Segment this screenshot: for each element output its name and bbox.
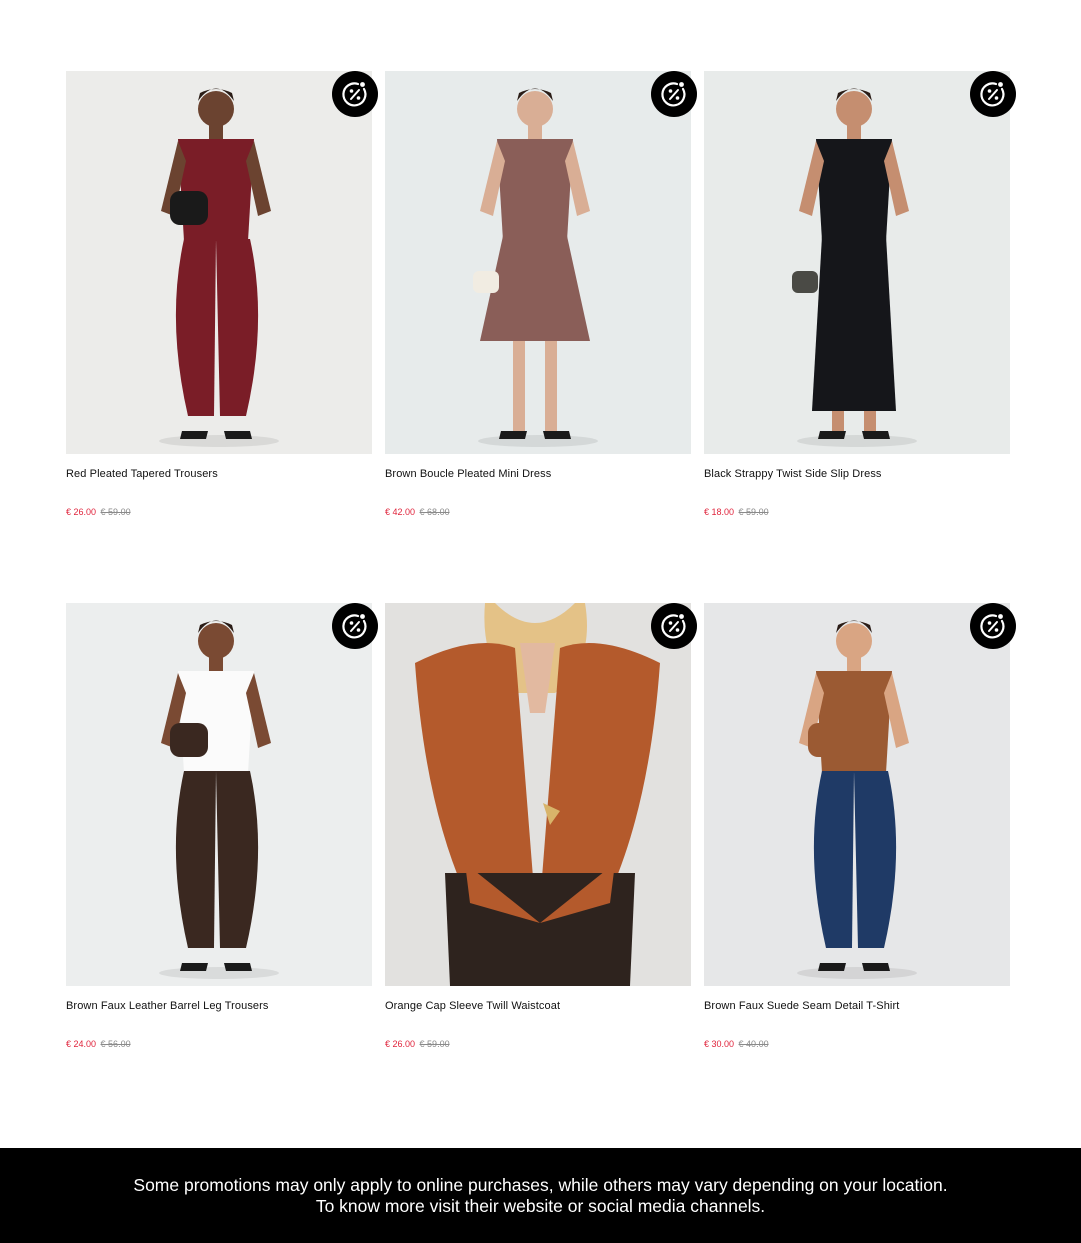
sale-price: € 26.00 bbox=[66, 507, 97, 517]
product-name[interactable]: Orange Cap Sleeve Twill Waistcoat bbox=[385, 1000, 691, 1012]
sale-price: € 30.00 bbox=[704, 1039, 735, 1049]
product-price: € 26.00 € 59.00 bbox=[385, 1039, 450, 1049]
discount-percent-icon bbox=[980, 614, 1005, 639]
product-image[interactable] bbox=[66, 603, 372, 986]
product-photo bbox=[704, 71, 1010, 454]
promotions-disclaimer: Some promotions may only apply to online… bbox=[0, 1148, 1081, 1243]
disclaimer-line-1: Some promotions may only apply to online… bbox=[133, 1174, 948, 1195]
product-photo bbox=[385, 603, 691, 986]
discount-percent-icon bbox=[342, 614, 367, 639]
discount-percent-icon[interactable] bbox=[332, 71, 378, 117]
product-photo bbox=[704, 603, 1010, 986]
discount-percent-icon[interactable] bbox=[651, 71, 697, 117]
product-photo bbox=[66, 71, 372, 454]
disclaimer-line-2: To know more visit their website or soci… bbox=[315, 1195, 766, 1216]
original-price: € 59.00 bbox=[419, 1039, 450, 1049]
product-name[interactable]: Red Pleated Tapered Trousers bbox=[66, 468, 372, 480]
product-image[interactable] bbox=[704, 71, 1010, 454]
discount-percent-icon[interactable] bbox=[970, 603, 1016, 649]
product-price: € 18.00 € 59.00 bbox=[704, 507, 769, 517]
discount-percent-icon[interactable] bbox=[651, 603, 697, 649]
sale-price: € 26.00 bbox=[385, 1039, 416, 1049]
product-image[interactable] bbox=[385, 71, 691, 454]
product-image[interactable] bbox=[385, 603, 691, 986]
original-price: € 56.00 bbox=[100, 1039, 131, 1049]
product-photo bbox=[66, 603, 372, 986]
sale-price: € 18.00 bbox=[704, 507, 735, 517]
sale-price: € 24.00 bbox=[66, 1039, 97, 1049]
original-price: € 59.00 bbox=[100, 507, 131, 517]
product-name[interactable]: Brown Faux Leather Barrel Leg Trousers bbox=[66, 1000, 372, 1012]
discount-percent-icon[interactable] bbox=[332, 603, 378, 649]
product-price: € 24.00 € 56.00 bbox=[66, 1039, 131, 1049]
sale-price: € 42.00 bbox=[385, 507, 416, 517]
discount-percent-icon bbox=[661, 82, 686, 107]
product-image[interactable] bbox=[66, 71, 372, 454]
discount-percent-icon[interactable] bbox=[970, 71, 1016, 117]
product-price: € 30.00 € 40.00 bbox=[704, 1039, 769, 1049]
discount-percent-icon bbox=[661, 614, 686, 639]
product-name[interactable]: Brown Boucle Pleated Mini Dress bbox=[385, 468, 691, 480]
discount-percent-icon bbox=[980, 82, 1005, 107]
product-price: € 26.00 € 59.00 bbox=[66, 507, 131, 517]
original-price: € 59.00 bbox=[738, 507, 769, 517]
product-price: € 42.00 € 68.00 bbox=[385, 507, 450, 517]
product-name[interactable]: Black Strappy Twist Side Slip Dress bbox=[704, 468, 1010, 480]
discount-percent-icon bbox=[342, 82, 367, 107]
product-name[interactable]: Brown Faux Suede Seam Detail T-Shirt bbox=[704, 1000, 1010, 1012]
original-price: € 68.00 bbox=[419, 507, 450, 517]
product-photo bbox=[385, 71, 691, 454]
original-price: € 40.00 bbox=[738, 1039, 769, 1049]
product-image[interactable] bbox=[704, 603, 1010, 986]
